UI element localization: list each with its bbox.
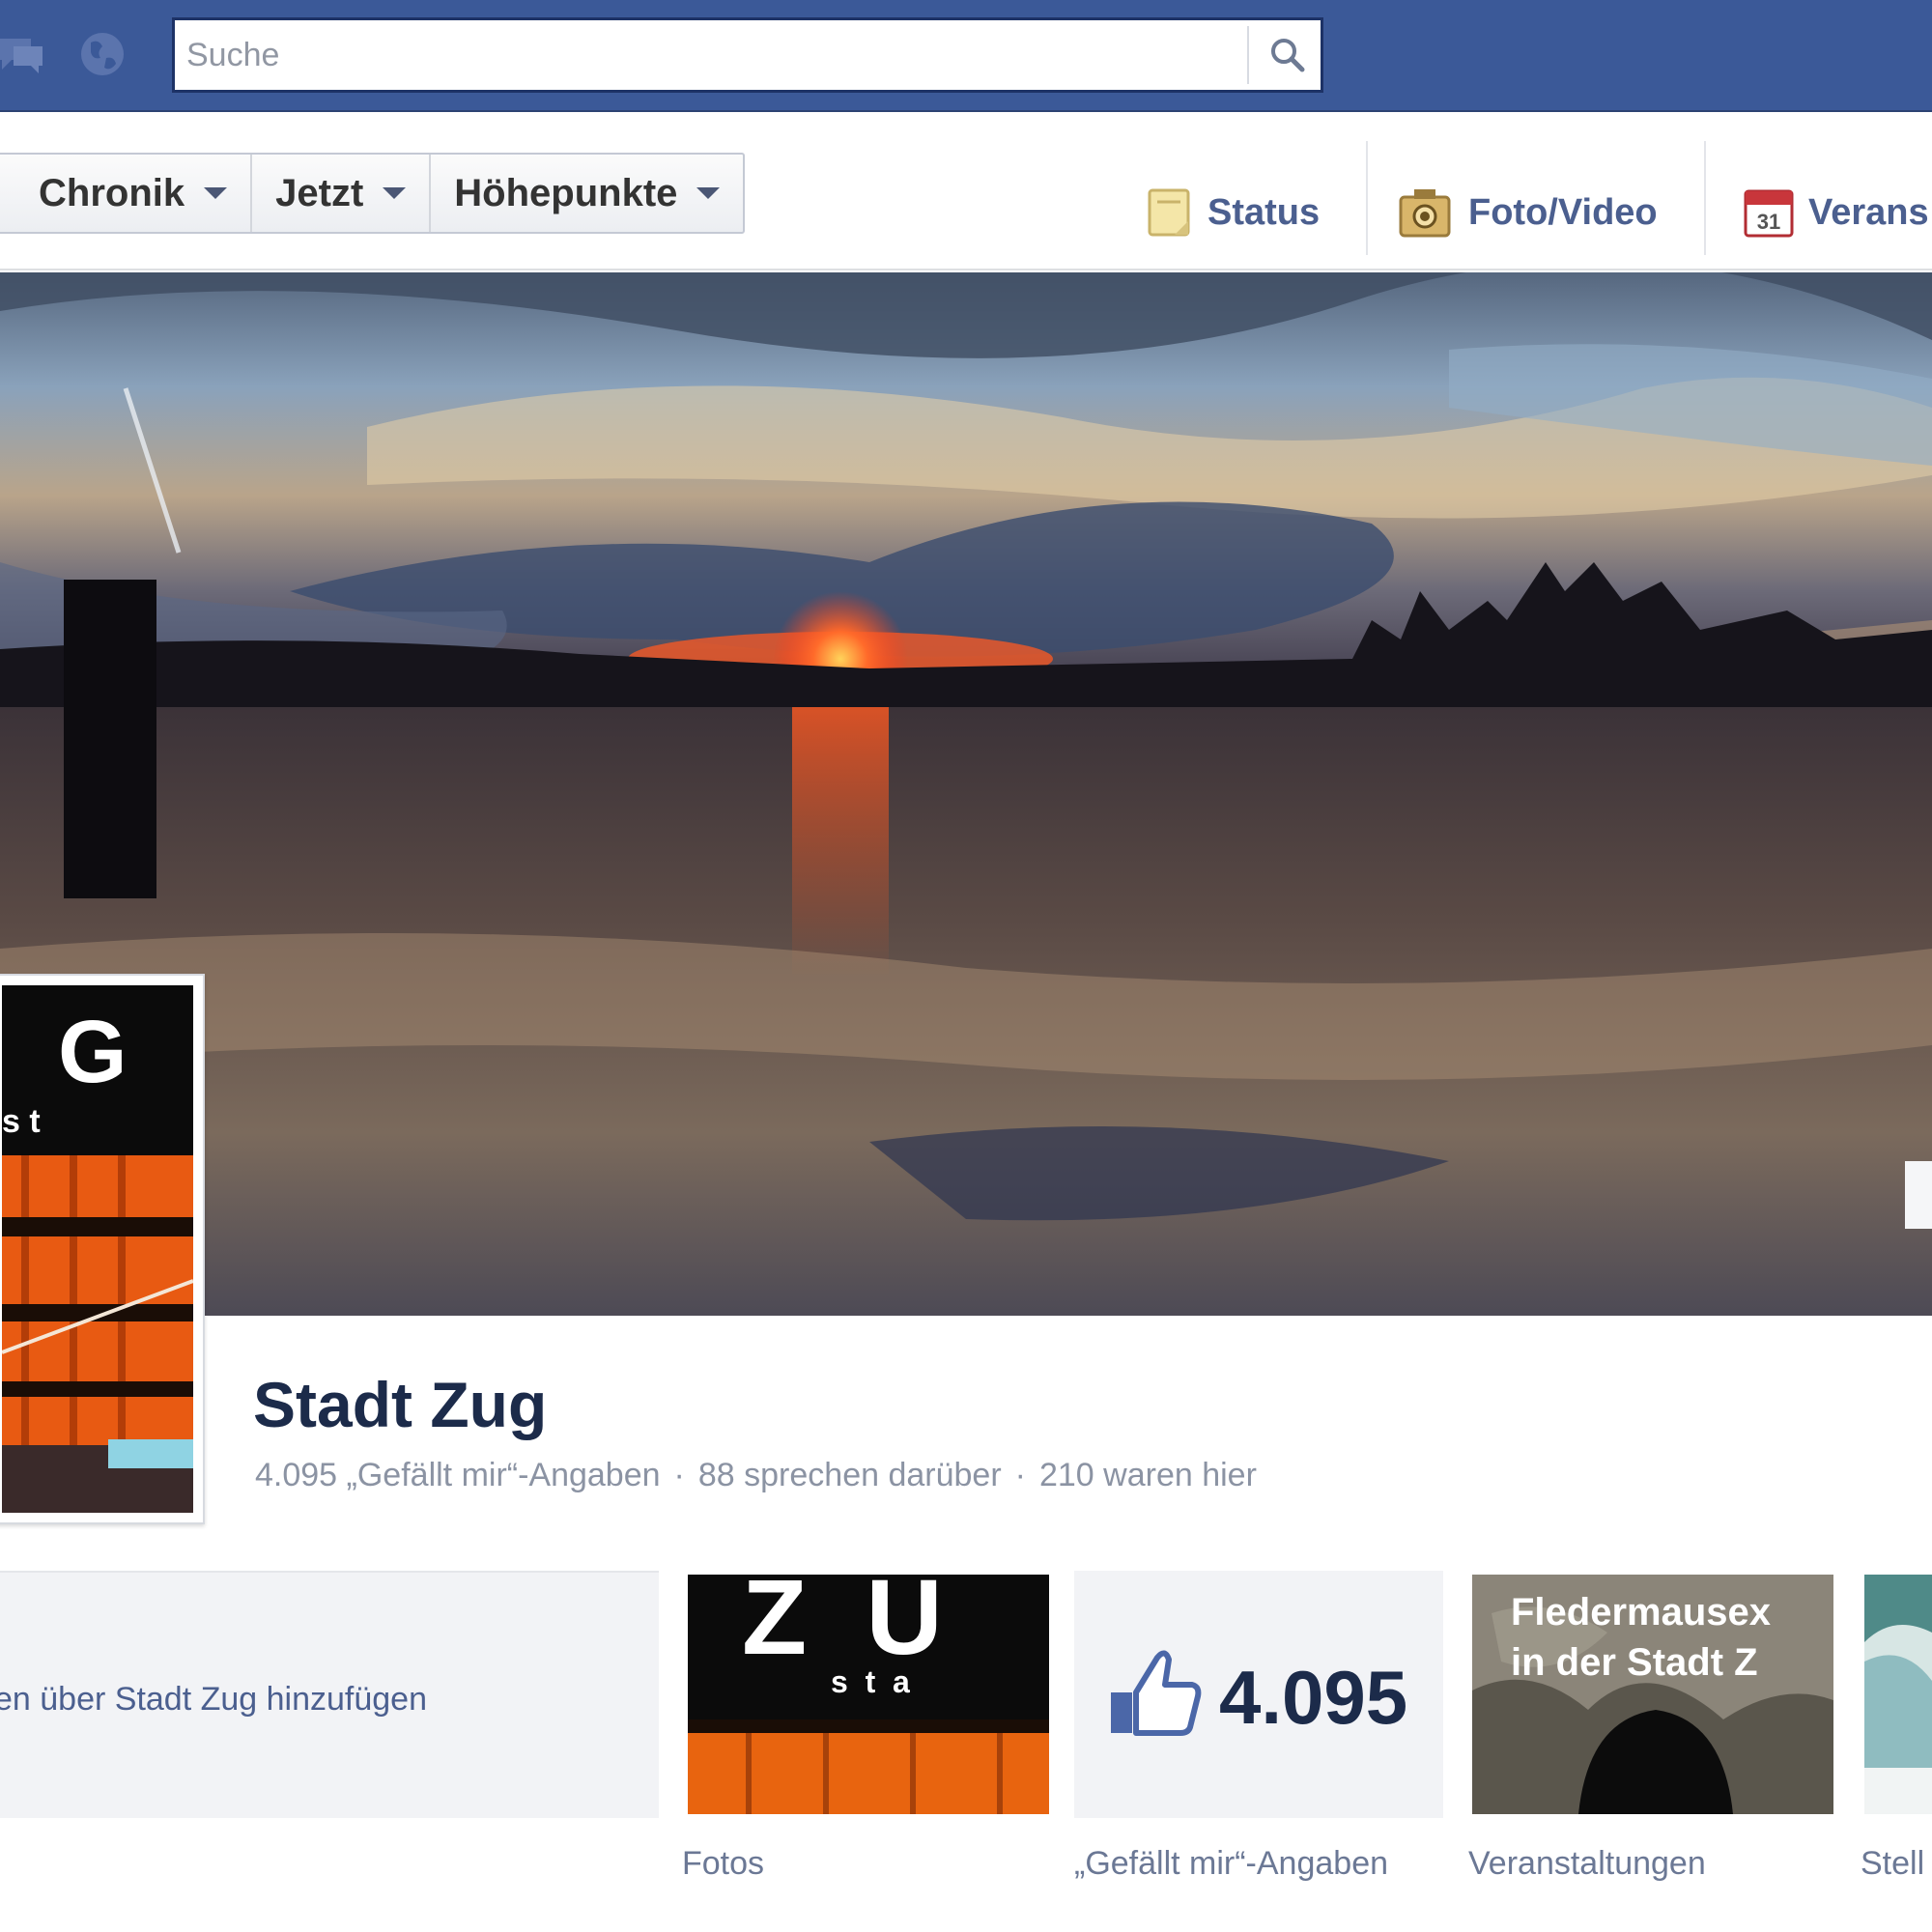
tab-chronik[interactable]: Chronik <box>0 155 250 232</box>
timeline-tabs: Chronik Jetzt Höhepunkte <box>0 153 746 234</box>
composer-divider <box>1366 141 1368 255</box>
thumbs-up-icon <box>1111 1650 1202 1736</box>
photo-video-icon <box>1399 189 1451 238</box>
tab-label: Jetzt <box>275 171 364 214</box>
profile-logo-letter: G <box>58 1003 128 1101</box>
top-bar <box>0 0 1932 112</box>
calendar-icon: 31 <box>1744 189 1794 238</box>
stat-separator: · <box>1014 1457 1026 1493</box>
tab-jetzt[interactable]: Jetzt <box>250 155 429 232</box>
photos-thumbnail[interactable]: Z U s t a <box>688 1575 1049 1814</box>
section-label-likes[interactable]: „Gefällt mir“-Angaben <box>1074 1845 1388 1883</box>
section-label-events[interactable]: Veranstaltungen <box>1468 1845 1706 1883</box>
were-here-stat[interactable]: 210 waren hier <box>1039 1457 1257 1493</box>
chevron-down-icon <box>383 187 407 199</box>
composer-status-button[interactable]: Status <box>1146 170 1320 255</box>
add-about-link[interactable]: en über Stadt Zug hinzufügen <box>0 1681 427 1719</box>
messages-icon[interactable] <box>0 29 44 79</box>
chevron-down-icon <box>696 187 721 199</box>
talking-about-stat[interactable]: 88 sprechen darüber <box>698 1457 1002 1493</box>
events-thumb-line1: Fledermausex <box>1511 1591 1771 1634</box>
tab-label: Höhepunkte <box>454 171 678 214</box>
profile-picture[interactable]: G s t <box>0 974 205 1524</box>
stat-separator: · <box>673 1457 685 1493</box>
section-label-places[interactable]: Stell <box>1861 1845 1924 1883</box>
page-stats: 4.095 „Gefällt mir“-Angaben · 88 sprechen … <box>255 1457 1257 1494</box>
search-icon <box>1271 39 1305 72</box>
profile-logo-image: G s t <box>1 985 194 1513</box>
section-label-photos[interactable]: Fotos <box>682 1845 764 1883</box>
page-title: Stadt Zug <box>253 1369 548 1440</box>
search-divider <box>1247 26 1249 84</box>
photos-thumb-sub: s t a <box>831 1664 910 1699</box>
composer-divider <box>1704 141 1706 255</box>
notifications-globe-icon[interactable] <box>77 29 128 79</box>
photos-thumb-letters: Z U <box>742 1575 943 1677</box>
events-thumb-line2: in der Stadt Z <box>1511 1641 1758 1684</box>
composer-event-button[interactable]: 31 Verans <box>1743 170 1929 255</box>
profile-logo-sub: s t <box>2 1103 41 1140</box>
likes-stat[interactable]: 4.095 „Gefällt mir“-Angaben <box>255 1457 661 1493</box>
chevron-down-icon <box>204 187 228 199</box>
tab-label: Chronik <box>39 171 185 214</box>
cover-photo[interactable] <box>0 272 1932 1316</box>
status-icon <box>1148 188 1190 237</box>
composer-label: Status <box>1208 191 1321 233</box>
places-thumbnail[interactable] <box>1864 1575 1932 1814</box>
facebook-page-screen: Chronik Jetzt Höhepunkte Status <box>0 0 1932 1932</box>
timeline-nav-bar: Chronik Jetzt Höhepunkte Status Foto/Vid… <box>0 114 1932 270</box>
likes-count: 4.095 <box>1219 1655 1408 1740</box>
search-bar <box>172 17 1323 93</box>
search-button[interactable] <box>1257 24 1319 86</box>
search-input[interactable] <box>186 28 1249 82</box>
composer-label: Verans <box>1808 191 1929 233</box>
composer-label: Foto/Video <box>1468 191 1658 233</box>
events-thumbnail[interactable]: Fledermausex in der Stadt Z <box>1472 1575 1833 1814</box>
tab-hoehepunkte[interactable]: Höhepunkte <box>429 155 743 232</box>
composer-photo-video-button[interactable]: Foto/Video <box>1397 170 1658 255</box>
calendar-day: 31 <box>1757 210 1780 234</box>
